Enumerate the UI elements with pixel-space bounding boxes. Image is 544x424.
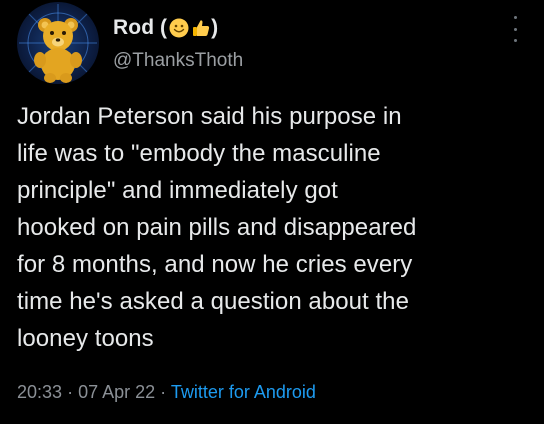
display-name-row[interactable]: Rod ( ) xyxy=(113,14,218,42)
display-name-close: ) xyxy=(211,16,219,39)
user-handle[interactable]: @ThanksThoth xyxy=(113,50,243,72)
tweet-date[interactable]: 07 Apr 22 xyxy=(78,382,155,402)
more-vertical-icon[interactable] xyxy=(510,16,520,42)
tweet-source-link[interactable]: Twitter for Android xyxy=(171,382,316,402)
tweet-time[interactable]: 20:33 xyxy=(17,382,62,402)
display-name[interactable]: Rod ( xyxy=(113,16,167,40)
tweet-text: Jordan Peterson said his purpose in life… xyxy=(17,103,417,352)
smiling-face-emoji-icon xyxy=(169,18,189,38)
tweet-card: Rod ( ) @ThanksThoth Jordan Peterson sai… xyxy=(0,0,544,424)
thumbs-up-emoji-icon xyxy=(193,20,210,36)
tweet-meta: 20:33 · 07 Apr 22 · Twitter for Android xyxy=(17,382,316,403)
meta-separator: · xyxy=(67,382,74,402)
avatar[interactable] xyxy=(17,2,99,84)
meta-separator: · xyxy=(160,382,167,402)
